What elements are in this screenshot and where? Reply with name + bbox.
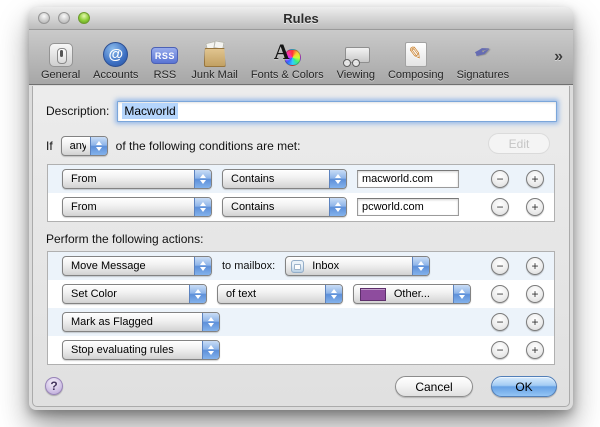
add-action-button[interactable]: + — [526, 257, 544, 275]
remove-action-button[interactable]: − — [491, 313, 509, 331]
action-type-popup[interactable]: Move Message — [62, 256, 212, 276]
condition-row: From Contains − + — [48, 165, 554, 193]
title-bar[interactable]: Rules — [29, 7, 573, 30]
remove-condition-button[interactable]: − — [491, 170, 509, 188]
color-target-popup[interactable]: of text — [217, 284, 343, 304]
toolbar-label: Signatures — [456, 69, 510, 81]
action-row: Move Message to mailbox: Inbox − + — [48, 252, 554, 280]
add-condition-button[interactable]: + — [526, 170, 544, 188]
description-label: Description: — [46, 104, 110, 118]
signatures-icon: ✒ — [470, 38, 496, 67]
condition-operator-popup[interactable]: Contains — [222, 197, 347, 217]
color-value-popup[interactable]: Other... — [352, 284, 472, 304]
condition-field-popup[interactable]: From — [62, 169, 212, 189]
popup-arrows-icon — [189, 285, 207, 303]
conditions-caption: of the following conditions are met: — [115, 138, 301, 153]
add-condition-button[interactable]: + — [526, 198, 544, 216]
actions-caption: Perform the following actions: — [46, 232, 204, 246]
action-row: Set Color of text Other... − + — [48, 280, 554, 308]
description-value: Macworld — [122, 103, 178, 119]
toolbar-item-rss[interactable]: RSS RSS — [151, 37, 179, 81]
cancel-button[interactable]: Cancel — [395, 376, 473, 397]
composing-icon: ✎ — [404, 42, 427, 67]
popup-arrows-icon — [194, 170, 211, 188]
popup-arrows-icon — [412, 257, 430, 275]
if-label: If — [46, 138, 53, 153]
toolbar-item-accounts[interactable]: @ Accounts — [93, 37, 138, 81]
toolbar-overflow-chevron-icon[interactable]: » — [554, 48, 565, 66]
popup-arrows-icon — [194, 257, 211, 275]
page-background: Rules General @ Accounts RSS RSS Junk Ma… — [0, 0, 600, 427]
ghost-edit-button: Edit — [488, 133, 550, 154]
ok-button[interactable]: OK — [491, 376, 557, 397]
rss-icon: RSS — [151, 47, 179, 64]
general-icon — [48, 43, 73, 67]
popup-arrows-icon — [194, 198, 211, 216]
rule-editor-sheet: Edit Description: Macworld If any of the… — [32, 86, 570, 407]
remove-action-button[interactable]: − — [491, 257, 509, 275]
actions-box: Move Message to mailbox: Inbox − + Set C… — [47, 251, 555, 365]
toolbar-label: Junk Mail — [191, 69, 238, 81]
traffic-lights — [38, 12, 90, 24]
toolbar-label: Accounts — [93, 69, 139, 81]
viewing-icon — [342, 47, 370, 67]
toolbar-label: RSS — [153, 69, 177, 81]
fonts-colors-icon: A — [274, 39, 301, 67]
action-type-popup[interactable]: Set Color — [62, 284, 208, 304]
toolbar-label: Fonts & Colors — [250, 69, 324, 81]
condition-row: From Contains − + — [48, 193, 554, 221]
color-swatch — [359, 287, 386, 301]
add-action-button[interactable]: + — [526, 313, 544, 331]
action-row: Mark as Flagged − + — [48, 308, 554, 336]
action-row: Stop evaluating rules − + — [48, 336, 554, 364]
condition-value-input[interactable] — [357, 170, 459, 188]
popup-arrows-icon — [324, 285, 342, 303]
popup-arrows-icon — [329, 170, 346, 188]
popup-arrows-icon — [202, 313, 219, 331]
toolbar-item-general[interactable]: General — [41, 37, 80, 81]
condition-value-input[interactable] — [357, 198, 459, 216]
add-action-button[interactable]: + — [526, 285, 545, 303]
junk-mail-icon — [203, 40, 227, 67]
to-mailbox-label: to mailbox: — [222, 260, 276, 272]
toolbar-item-fonts-colors[interactable]: A Fonts & Colors — [251, 37, 324, 81]
preferences-toolbar: General @ Accounts RSS RSS Junk Mail A F… — [29, 30, 573, 85]
close-button[interactable] — [38, 12, 50, 24]
toolbar-label: Composing — [387, 69, 444, 81]
help-button[interactable]: ? — [45, 377, 63, 395]
conditions-box: From Contains − + From — [47, 164, 555, 222]
toolbar-item-junk-mail[interactable]: Junk Mail — [191, 37, 238, 81]
popup-arrows-icon — [89, 136, 107, 155]
popup-arrows-icon — [453, 285, 471, 303]
add-action-button[interactable]: + — [526, 341, 544, 359]
toolbar-label: Viewing — [336, 69, 375, 81]
remove-action-button[interactable]: − — [491, 341, 509, 359]
description-input[interactable]: Macworld — [117, 100, 557, 122]
toolbar-label: General — [41, 69, 81, 81]
action-type-popup[interactable]: Mark as Flagged — [62, 312, 220, 332]
inbox-icon — [291, 259, 305, 273]
popup-arrows-icon — [202, 341, 219, 359]
remove-action-button[interactable]: − — [491, 285, 510, 303]
rules-window: Rules General @ Accounts RSS RSS Junk Ma… — [29, 7, 573, 410]
accounts-icon: @ — [103, 42, 129, 67]
mailbox-popup[interactable]: Inbox — [285, 256, 431, 276]
toolbar-item-composing[interactable]: ✎ Composing — [388, 37, 444, 81]
popup-arrows-icon — [329, 198, 346, 216]
zoom-button[interactable] — [78, 12, 90, 24]
toolbar-item-signatures[interactable]: ✒ Signatures — [457, 37, 510, 81]
condition-operator-popup[interactable]: Contains — [222, 169, 347, 189]
remove-condition-button[interactable]: − — [491, 198, 509, 216]
match-quantifier-popup[interactable]: any — [60, 135, 108, 156]
toolbar-item-viewing[interactable]: Viewing — [337, 37, 375, 81]
window-title: Rules — [283, 11, 319, 26]
action-type-popup[interactable]: Stop evaluating rules — [62, 340, 220, 360]
minimize-button[interactable] — [58, 12, 70, 24]
condition-field-popup[interactable]: From — [62, 197, 212, 217]
